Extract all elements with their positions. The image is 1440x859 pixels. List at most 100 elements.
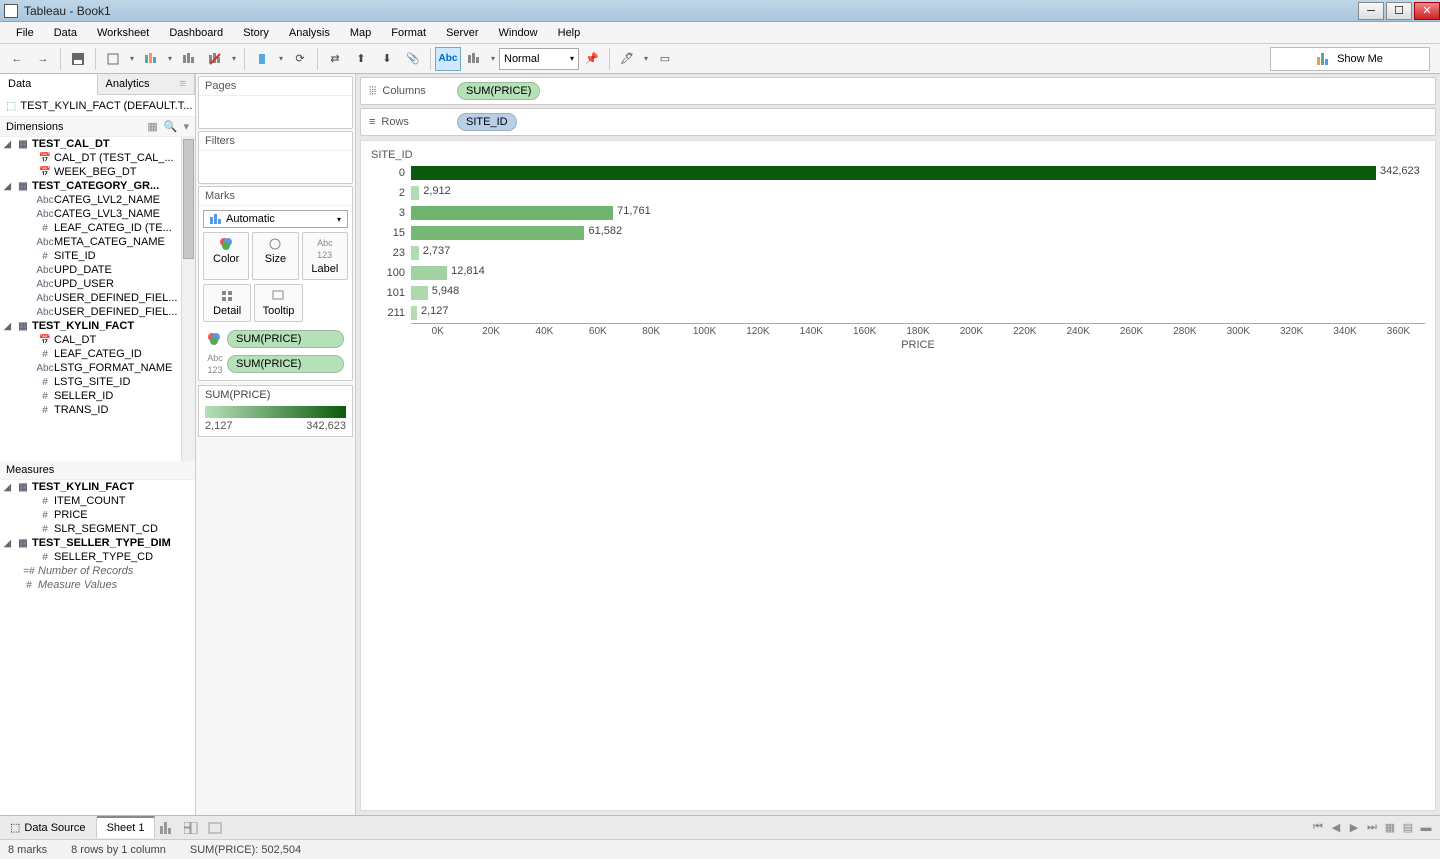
rows-shelf[interactable]: ≡Rows SITE_ID [360,108,1436,136]
sort-desc-button[interactable]: ⬇ [374,47,400,71]
field-test-kylin-fact[interactable]: ◢▦TEST_KYLIN_FACT [0,319,195,333]
nav-grid-icon[interactable]: ▦ [1382,821,1398,834]
show-labels-button[interactable]: Abc [435,47,461,71]
nav-first-icon[interactable]: ⏮ [1310,821,1326,834]
menu-dashboard[interactable]: Dashboard [159,24,233,42]
save-button[interactable] [65,47,91,71]
mark-pill-color[interactable]: SUM(PRICE) [203,328,348,350]
field-user-defined-fiel---[interactable]: AbcUSER_DEFINED_FIEL... [0,305,195,319]
new-worksheet-icon[interactable] [155,818,179,838]
field-test-kylin-fact[interactable]: ◢▦TEST_KYLIN_FACT [0,480,195,494]
field-categ-lvl3-name[interactable]: AbcCATEG_LVL3_NAME [0,207,195,221]
new-story-icon[interactable] [203,818,227,838]
field-leaf-categ-id--te---[interactable]: #LEAF_CATEG_ID (TE... [0,221,195,235]
menu-file[interactable]: File [6,24,44,42]
nav-prev-icon[interactable]: ◀ [1328,821,1344,834]
datasource-tab[interactable]: ⬚Data Source [0,817,97,838]
bar-row[interactable]: 2112,127 [371,303,1425,323]
columns-pill[interactable]: SUM(PRICE) [457,82,540,100]
highlight-dropdown-icon[interactable]: ▾ [640,54,652,63]
pin-button[interactable]: 📌 [579,47,605,71]
field-categ-lvl2-name[interactable]: AbcCATEG_LVL2_NAME [0,193,195,207]
tab-analytics[interactable]: Analytics≡ [98,74,196,94]
sheet-tab[interactable]: Sheet 1 [97,816,156,838]
menu-map[interactable]: Map [340,24,381,42]
field-number-of-records[interactable]: =#Number of Records [0,564,195,578]
maximize-button[interactable]: ☐ [1386,2,1412,20]
menu-analysis[interactable]: Analysis [279,24,340,42]
bar-row[interactable]: 371,761 [371,203,1425,223]
presentation-button[interactable]: ▭ [652,47,678,71]
field-seller-type-cd[interactable]: #SELLER_TYPE_CD [0,550,195,564]
visualization[interactable]: SITE_ID 0342,62322,912371,7611561,582232… [360,140,1436,811]
mark-pill-label[interactable]: Abc123SUM(PRICE) [203,350,348,378]
menu-data[interactable]: Data [44,24,87,42]
swap-button[interactable]: ⇄ [322,47,348,71]
field-test-seller-type-dim[interactable]: ◢▦TEST_SELLER_TYPE_DIM [0,536,195,550]
autoupdate-dropdown-icon[interactable]: ▾ [275,54,287,63]
field-site-id[interactable]: #SITE_ID [0,249,195,263]
scrollbar[interactable] [181,137,195,461]
menu-help[interactable]: Help [548,24,591,42]
field-trans-id[interactable]: #TRANS_ID [0,403,195,417]
bar-row[interactable]: 22,912 [371,183,1425,203]
nav-filmstrip-icon[interactable]: ▬ [1418,822,1434,834]
field-user-defined-fiel---[interactable]: AbcUSER_DEFINED_FIEL... [0,291,195,305]
nav-list-icon[interactable]: ▤ [1400,821,1416,834]
color-legend[interactable]: SUM(PRICE) 2,127342,623 [198,385,353,437]
field-cal-dt--test-cal----[interactable]: 📅CAL_DT (TEST_CAL_... [0,151,195,165]
view-icon[interactable]: ▦ [147,120,157,133]
totals-button[interactable] [461,47,487,71]
minimize-button[interactable]: ─ [1358,2,1384,20]
field-lstg-format-name[interactable]: AbcLSTG_FORMAT_NAME [0,361,195,375]
group-button[interactable]: 📎 [400,47,426,71]
rows-pill[interactable]: SITE_ID [457,113,517,131]
mark-size-button[interactable]: Size [252,232,298,280]
field-price[interactable]: #PRICE [0,508,195,522]
fit-selector[interactable]: Normal▾ [499,48,579,70]
clear-button[interactable] [202,47,228,71]
field-item-count[interactable]: #ITEM_COUNT [0,494,195,508]
mark-label-button[interactable]: Abc123Label [302,232,348,280]
bar-row[interactable]: 0342,623 [371,163,1425,183]
datasource-row[interactable]: ⬚ TEST_KYLIN_FACT (DEFAULT.T... [0,95,195,117]
back-button[interactable]: ← [4,47,30,71]
new-datasource-button[interactable] [100,47,126,71]
menu-icon[interactable]: ▾ [183,120,189,133]
show-me-button[interactable]: Show Me [1270,47,1430,71]
new-worksheet-button[interactable] [138,47,164,71]
bar-row[interactable]: 1015,948 [371,283,1425,303]
close-button[interactable]: ✕ [1414,2,1440,20]
mark-tooltip-button[interactable]: Tooltip [254,284,302,322]
field-lstg-site-id[interactable]: #LSTG_SITE_ID [0,375,195,389]
field-upd-user[interactable]: AbcUPD_USER [0,277,195,291]
search-icon[interactable]: 🔍 [164,120,178,133]
field-upd-date[interactable]: AbcUPD_DATE [0,263,195,277]
field-test-cal-dt[interactable]: ◢▦TEST_CAL_DT [0,137,195,151]
columns-shelf[interactable]: ⦙⦙⦙Columns SUM(PRICE) [360,77,1436,105]
field-cal-dt[interactable]: 📅CAL_DT [0,333,195,347]
duplicate-button[interactable] [176,47,202,71]
menu-format[interactable]: Format [381,24,436,42]
run-button[interactable]: ⟳ [287,47,313,71]
worksheet-dropdown-icon[interactable]: ▾ [164,54,176,63]
menu-window[interactable]: Window [489,24,548,42]
bar-row[interactable]: 232,737 [371,243,1425,263]
highlight-button[interactable]: 🖊 [614,47,640,71]
pages-shelf[interactable]: Pages [198,76,353,129]
field-slr-segment-cd[interactable]: #SLR_SEGMENT_CD [0,522,195,536]
autoupdate-button[interactable] [249,47,275,71]
mark-detail-button[interactable]: Detail [203,284,251,322]
tab-data[interactable]: Data [0,74,98,95]
mark-type-selector[interactable]: Automatic ▾ [203,210,348,228]
nav-last-icon[interactable]: ⏭ [1364,821,1380,834]
menu-worksheet[interactable]: Worksheet [87,24,159,42]
field-meta-categ-name[interactable]: AbcMETA_CATEG_NAME [0,235,195,249]
mark-color-button[interactable]: Color [203,232,249,280]
field-test-category-gr---[interactable]: ◢▦TEST_CATEGORY_GR... [0,179,195,193]
field-week-beg-dt[interactable]: 📅WEEK_BEG_DT [0,165,195,179]
field-leaf-categ-id[interactable]: #LEAF_CATEG_ID [0,347,195,361]
field-measure-values[interactable]: #Measure Values [0,578,195,592]
datasource-dropdown-icon[interactable]: ▾ [126,54,138,63]
menu-story[interactable]: Story [233,24,279,42]
